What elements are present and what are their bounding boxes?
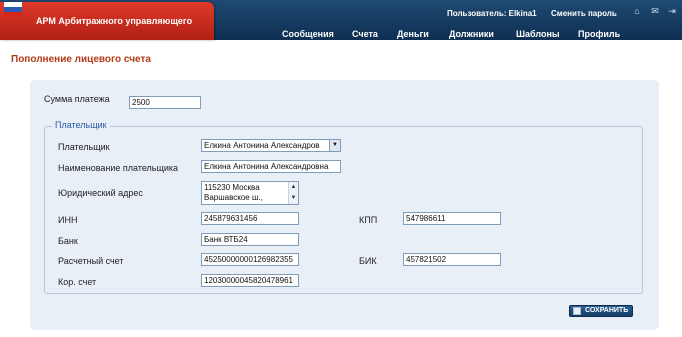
- kpp-label: КПП: [359, 215, 378, 225]
- payer-legend: Плательщик: [52, 120, 110, 130]
- payer-select[interactable]: Елкина Антонина Александров ▼: [201, 139, 341, 152]
- menu-templates[interactable]: Шаблоны: [516, 29, 560, 39]
- menu-profile[interactable]: Профиль: [578, 29, 620, 39]
- menu-accounts[interactable]: Счета: [352, 29, 378, 39]
- scroll-down-icon[interactable]: ▼: [289, 193, 298, 204]
- inn-input[interactable]: 245879631456: [201, 212, 299, 225]
- home-icon[interactable]: ⌂: [632, 6, 642, 16]
- address-scrollbar[interactable]: ▲ ▼: [288, 182, 298, 204]
- address-label: Юридический адрес: [58, 188, 143, 198]
- address-line-1: 115230 Москва: [204, 183, 260, 192]
- payer-fieldset: [44, 126, 643, 294]
- address-line-2: Варшавское ш.,: [204, 193, 263, 202]
- bik-input[interactable]: 457821502: [403, 253, 501, 266]
- kpp-input[interactable]: 547986611: [403, 212, 501, 225]
- mail-icon[interactable]: ✉: [650, 6, 660, 16]
- account-input[interactable]: 45250000000126982355: [201, 253, 299, 266]
- menu-money[interactable]: Деньги: [397, 29, 429, 39]
- payer-select-value: Елкина Антонина Александров: [204, 141, 320, 150]
- floppy-disk-icon: [573, 307, 581, 315]
- corr-account-label: Кор. счет: [58, 277, 97, 287]
- inn-label: ИНН: [58, 215, 78, 225]
- bank-input[interactable]: Банк ВТБ24: [201, 233, 299, 246]
- bank-label: Банк: [58, 236, 78, 246]
- menu-messages[interactable]: Сообщения: [282, 29, 334, 39]
- app-title: АРМ Арбитражного управляющего: [36, 16, 193, 26]
- corr-account-input[interactable]: 12030000045820478961: [201, 274, 299, 287]
- bik-label: БИК: [359, 256, 377, 266]
- address-textarea[interactable]: 115230 Москва Варшавское ш., ▲ ▼: [201, 181, 299, 205]
- user-label: Пользователь: Elkina1: [447, 9, 537, 18]
- exit-icon[interactable]: ⇥: [667, 6, 677, 16]
- change-password-link[interactable]: Сменить пароль: [551, 9, 617, 18]
- payer-name-input[interactable]: Елкина Антонина Александровна: [201, 160, 341, 173]
- menu-debtors[interactable]: Должники: [449, 29, 494, 39]
- payer-label: Плательщик: [58, 142, 110, 152]
- amount-label: Сумма платежа: [44, 94, 110, 104]
- account-label: Расчетный счет: [58, 256, 124, 266]
- save-button[interactable]: СОХРАНИТЬ: [569, 305, 633, 317]
- app-brand: АРМ Арбитражного управляющего: [0, 2, 214, 40]
- page-title: Пополнение лицевого счета: [11, 54, 151, 65]
- flag-icon: [4, 2, 22, 18]
- scroll-up-icon[interactable]: ▲: [289, 182, 298, 193]
- payer-name-label: Наименование плательщика: [58, 163, 179, 173]
- amount-input[interactable]: 2500: [129, 96, 201, 109]
- chevron-down-icon[interactable]: ▼: [329, 140, 340, 151]
- save-button-label: СОХРАНИТЬ: [585, 307, 629, 314]
- top-bar: АРМ Арбитражного управляющего Пользовате…: [0, 0, 682, 40]
